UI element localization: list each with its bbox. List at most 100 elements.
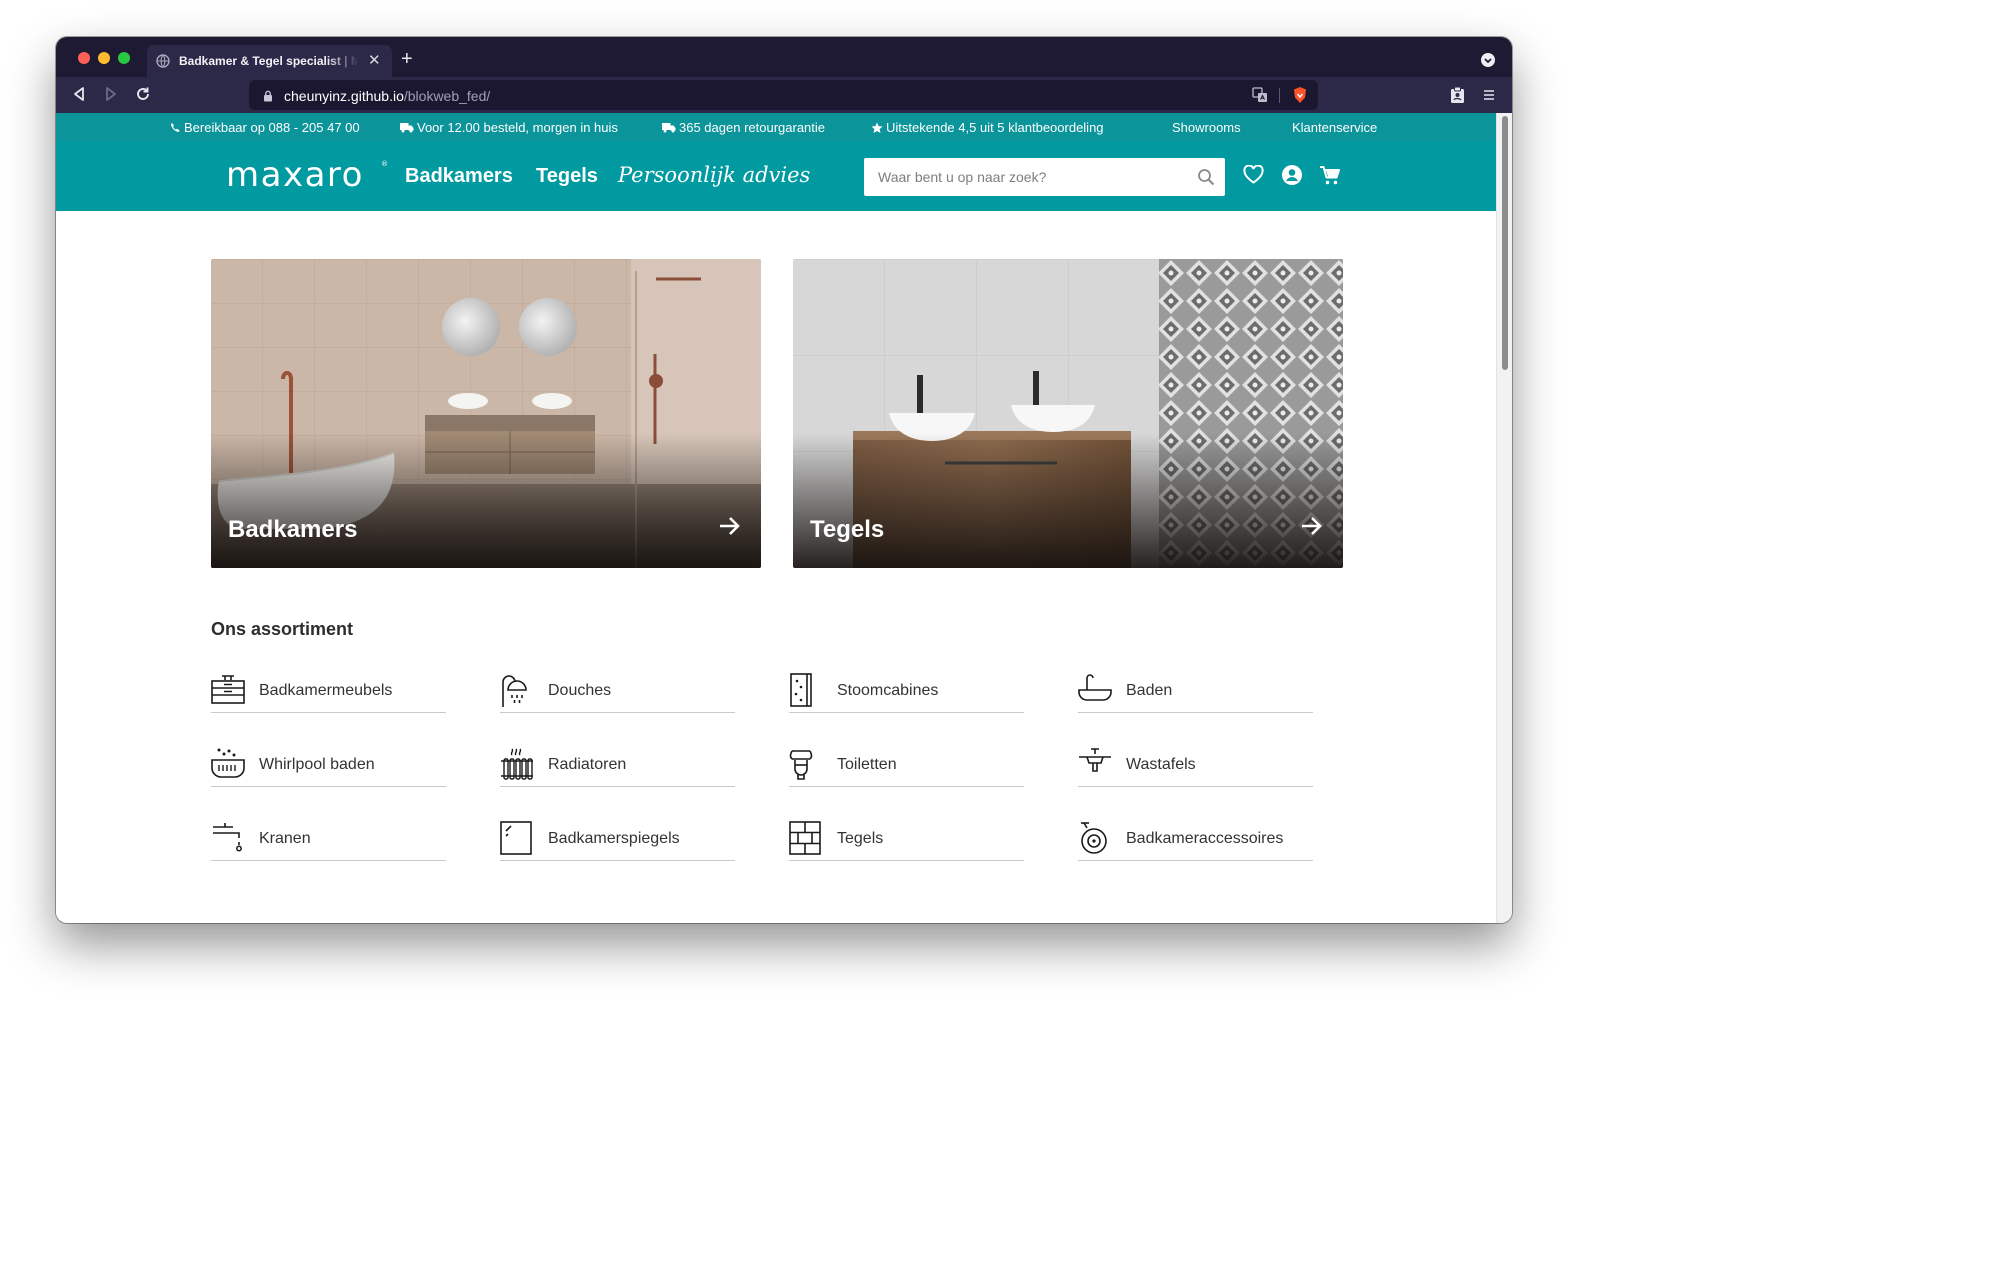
category-badkamermeubels[interactable]: Badkamermeubels: [211, 673, 446, 713]
nav-tegels[interactable]: Tegels: [536, 165, 598, 188]
truck-icon: [400, 122, 414, 133]
assortment-title: Ons assortiment: [211, 619, 354, 639]
search-icon[interactable]: [1197, 168, 1215, 191]
arrow-right-icon: [1301, 516, 1323, 541]
category-label: Wastafels: [1126, 756, 1196, 773]
forward-icon[interactable]: [104, 86, 118, 107]
category-label: Badkameraccessoires: [1126, 830, 1284, 847]
browser-toolbar: cheunyinz.github.io/blokweb_fed/: [56, 77, 1512, 113]
hero-label: Tegels: [810, 516, 885, 543]
browser-window: Badkamer & Tegel specialist | Maxaro ✕ +…: [56, 37, 1512, 923]
clipboard-icon[interactable]: [1450, 86, 1465, 109]
nav-persoonlijk-advies[interactable]: Persoonlijk advies: [618, 163, 810, 187]
category-badkamerspiegels[interactable]: Badkamerspiegels: [500, 821, 735, 861]
faucet-icon: [211, 821, 245, 858]
url-text: cheunyinz.github.io/blokweb_fed/: [284, 88, 490, 104]
close-window-button[interactable]: [78, 52, 90, 64]
zoom-window-button[interactable]: [118, 52, 130, 64]
new-tab-button[interactable]: +: [401, 49, 413, 69]
klantenservice-link[interactable]: Klantenservice: [1292, 120, 1377, 135]
nav-badkamers[interactable]: Badkamers: [405, 165, 513, 188]
category-label: Tegels: [837, 830, 884, 847]
urlbar-divider: [1279, 88, 1280, 103]
translate-icon[interactable]: [1252, 87, 1268, 108]
category-kranen[interactable]: Kranen: [211, 821, 446, 861]
usp-rating[interactable]: Uitstekende 4,5 uit 5 klantbeoordeling: [871, 120, 1104, 135]
minimize-window-button[interactable]: [98, 52, 110, 64]
tab-list-icon[interactable]: [1481, 53, 1495, 72]
hero-shade: [211, 433, 761, 568]
category-whirlpool-baden[interactable]: Whirlpool baden: [211, 747, 446, 787]
search-input[interactable]: [864, 158, 1184, 196]
scrollbar-thumb[interactable]: [1502, 116, 1508, 370]
usp-bar: Bereikbaar op 088 - 205 47 00 Voor 12.00…: [56, 113, 1496, 141]
category-toiletten[interactable]: Toiletten: [789, 747, 1024, 787]
category-label: Badkamermeubels: [259, 682, 393, 699]
vertical-scrollbar[interactable]: [1496, 113, 1512, 923]
sink-icon: [1078, 747, 1112, 782]
vanity-cabinet-icon: [211, 673, 245, 710]
showrooms-link[interactable]: Showrooms: [1172, 120, 1241, 135]
bathtub-icon: [1078, 673, 1112, 708]
hero-tegels-card[interactable]: Tegels: [793, 259, 1343, 568]
account-icon[interactable]: [1282, 165, 1302, 190]
usp-label: Bereikbaar op 088 - 205 47 00: [184, 120, 360, 135]
category-label: Whirlpool baden: [259, 756, 375, 773]
site-header: maxaro ® Badkamers Tegels Persoonlijk adv…: [56, 141, 1496, 211]
hero-label: Badkamers: [228, 516, 358, 543]
radiator-icon: [500, 747, 534, 786]
cart-icon[interactable]: [1319, 165, 1341, 191]
star-icon: [871, 122, 883, 134]
category-label: Radiatoren: [548, 756, 627, 773]
usp-phone[interactable]: Bereikbaar op 088 - 205 47 00: [170, 120, 360, 135]
usp-delivery[interactable]: Voor 12.00 besteld, morgen in huis: [400, 120, 618, 135]
hero-badkamers-card[interactable]: Badkamers: [211, 259, 761, 568]
usp-returns[interactable]: 365 dagen retourgarantie: [662, 120, 825, 135]
tab-strip: Badkamer & Tegel specialist | Maxaro ✕ +: [56, 37, 1512, 77]
category-douches[interactable]: Douches: [500, 673, 735, 713]
category-label: Toiletten: [837, 756, 897, 773]
phone-icon: [170, 122, 181, 133]
logo-text: maxaro: [226, 155, 364, 195]
category-tegels[interactable]: Tegels: [789, 821, 1024, 861]
lock-icon[interactable]: [263, 89, 273, 107]
url-host: cheunyinz.github.io: [284, 88, 404, 104]
category-stoomcabines[interactable]: Stoomcabines: [789, 673, 1024, 713]
back-icon[interactable]: [72, 86, 86, 107]
brave-shield-icon[interactable]: [1292, 86, 1308, 109]
globe-icon: [156, 54, 170, 73]
usp-label: Voor 12.00 besteld, morgen in huis: [417, 120, 618, 135]
maxaro-logo[interactable]: maxaro ®: [226, 155, 388, 195]
category-label: Baden: [1126, 682, 1173, 699]
tab-title: Badkamer & Tegel specialist | Maxaro: [179, 54, 359, 68]
steam-cabin-icon: [789, 673, 815, 712]
tiles-icon: [789, 821, 821, 860]
category-label: Stoomcabines: [837, 682, 939, 699]
whirlpool-icon: [211, 747, 245, 786]
hero-shade: [793, 433, 1343, 568]
category-label: Douches: [548, 682, 612, 699]
category-wastafels[interactable]: Wastafels: [1078, 747, 1313, 787]
usp-label: Uitstekende 4,5 uit 5 klantbeoordeling: [886, 120, 1104, 135]
mirror-icon: [500, 821, 532, 860]
page-content: Bereikbaar op 088 - 205 47 00 Voor 12.00…: [56, 113, 1496, 923]
truck-icon: [662, 122, 676, 133]
reload-icon[interactable]: [135, 86, 151, 107]
address-bar[interactable]: cheunyinz.github.io/blokweb_fed/: [249, 80, 1318, 110]
toilet-icon: [789, 747, 815, 786]
category-radiatoren[interactable]: Radiatoren: [500, 747, 735, 787]
category-badkameraccessoires[interactable]: Badkameraccessoires: [1078, 821, 1313, 861]
registered-mark: ®: [381, 160, 388, 168]
arrow-right-icon: [719, 516, 741, 541]
browser-tab[interactable]: Badkamer & Tegel specialist | Maxaro ✕: [147, 45, 392, 77]
heart-icon[interactable]: [1243, 164, 1264, 189]
category-baden[interactable]: Baden: [1078, 673, 1313, 713]
close-tab-icon[interactable]: ✕: [368, 51, 381, 69]
shower-icon: [500, 673, 534, 712]
category-label: Badkamerspiegels: [548, 830, 680, 847]
url-path: /blokweb_fed/: [403, 88, 491, 104]
toilet-roll-icon: [1078, 821, 1110, 860]
menu-icon[interactable]: [1483, 88, 1495, 106]
usp-label: 365 dagen retourgarantie: [679, 120, 826, 135]
category-label: Kranen: [259, 830, 311, 847]
